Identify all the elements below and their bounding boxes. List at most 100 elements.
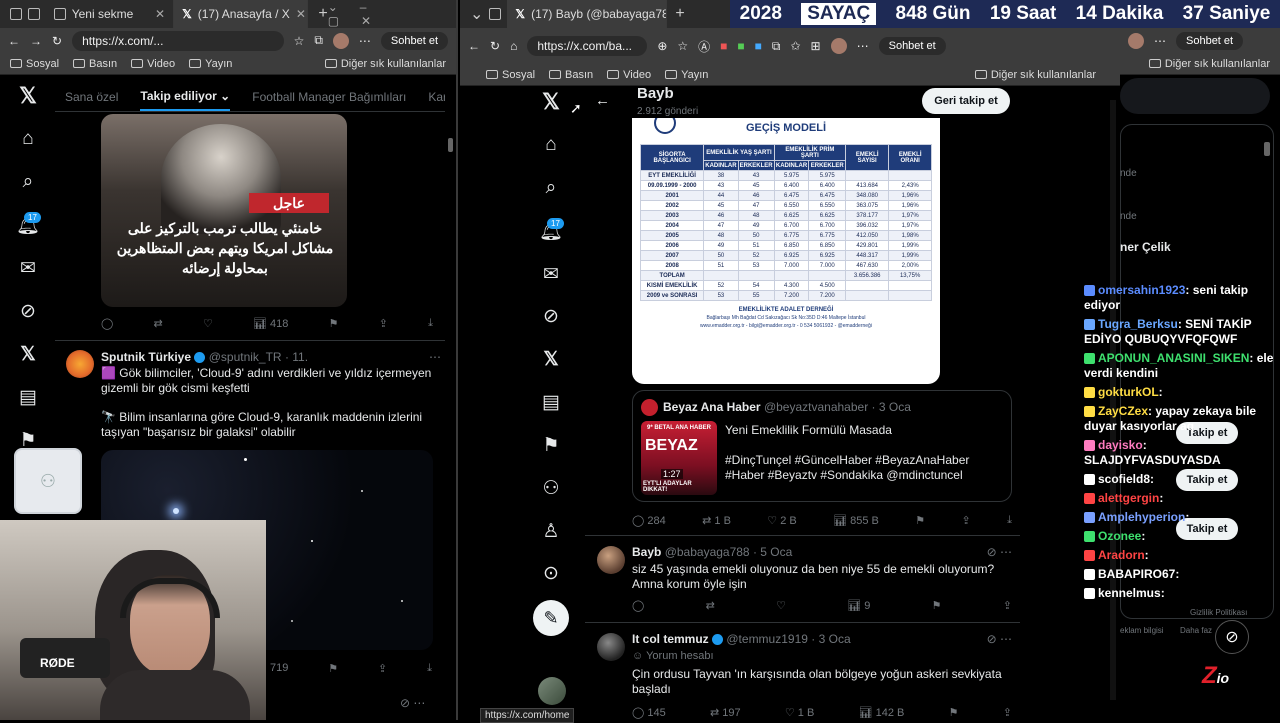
pension-table-image[interactable]: GEÇİŞ MODELİ SİGORTA BAŞLANGICI EMEKLİLİ… <box>632 118 940 384</box>
messages-icon[interactable]: ✉ <box>15 255 41 281</box>
download-icon[interactable]: ⤓ <box>428 317 433 330</box>
profile-avatar[interactable] <box>332 32 349 49</box>
chat-username[interactable]: kennelmus <box>1098 586 1161 600</box>
chat-username[interactable]: APONUN_ANASINI_SIKEN <box>1098 351 1249 365</box>
news-image[interactable]: عاجل خامنئي يطالب ترمب بالتركيز على مشاك… <box>101 114 347 307</box>
bookmark-video[interactable]: Video <box>607 69 651 81</box>
bookmark-other[interactable]: Diğer sık kullanılanlar <box>974 69 1096 81</box>
reading-icon[interactable]: Ⓐ <box>698 38 710 55</box>
search-icon[interactable]: ⌕ <box>15 169 41 195</box>
quoted-tweet[interactable]: Beyaz Ana Haber @beyaztvanahaber · 3 Oca… <box>632 390 1012 502</box>
profile-icon[interactable]: ♙ <box>538 518 564 544</box>
grok-icon[interactable]: ⊘ <box>15 298 41 324</box>
close-icon[interactable]: ✕ <box>296 7 306 21</box>
extension-red-icon[interactable]: ■ <box>720 39 727 53</box>
author-handle[interactable]: @sputnik_TR <box>209 350 282 364</box>
messages-icon[interactable]: ✉ <box>538 261 564 287</box>
follow-back-button[interactable]: Geri takip et <box>922 88 1010 114</box>
avatar[interactable] <box>66 350 94 378</box>
share-icon[interactable]: ⇪ <box>962 514 971 527</box>
profile-avatar[interactable] <box>830 38 847 54</box>
download-icon[interactable]: ⤓ <box>427 662 432 675</box>
video-thumbnail[interactable]: 9* BETAL ANA HABER BEYAZ 1:27 EYT'LI ADA… <box>641 421 717 495</box>
chevron-down-icon[interactable]: ⌄ <box>470 4 483 24</box>
address-bar[interactable]: https://x.com/... <box>72 30 284 51</box>
back-arrow-icon[interactable]: ← <box>595 92 610 109</box>
views-count[interactable]: 📊︎ 142 B <box>859 706 905 719</box>
chat-username[interactable]: ZayCZex <box>1098 404 1148 418</box>
privacy-link[interactable]: Gizlilik Politikası <box>1190 608 1247 617</box>
bookmark-other[interactable]: Diğer sık kullanılanlar <box>324 58 446 70</box>
avatar[interactable] <box>641 399 658 416</box>
chat-username[interactable]: dayisko <box>1098 438 1143 452</box>
refresh-icon[interactable]: ↻ <box>52 34 62 48</box>
scrollbar[interactable] <box>1264 142 1270 156</box>
more-icon[interactable]: ⋯ <box>1154 34 1166 48</box>
extensions-icon[interactable]: ⧉ <box>314 33 323 48</box>
bookmark-icon[interactable]: ⚑ <box>949 706 959 719</box>
bookmark-other[interactable]: Diğer sık kullanılanlar <box>1148 58 1270 70</box>
back-icon[interactable]: ← <box>8 34 20 48</box>
more-link[interactable]: Daha faz <box>1180 626 1212 635</box>
more-icon[interactable]: ⋯ <box>359 34 371 48</box>
communities-icon[interactable]: ⚇ <box>538 475 564 501</box>
copilot-button[interactable]: Sohbet et <box>1176 31 1244 50</box>
reply-icon[interactable]: ◯ <box>101 317 113 330</box>
more-icon[interactable]: ⋯ <box>857 39 869 53</box>
tab-for-you[interactable]: Sana özel <box>65 90 118 104</box>
like-icon[interactable]: ♡ <box>203 317 213 330</box>
lists-icon[interactable]: ▤ <box>15 384 41 410</box>
tab-actions-icon[interactable] <box>489 8 502 20</box>
chat-username[interactable]: gokturkOL <box>1098 385 1159 399</box>
premium-icon[interactable]: 𝕏 <box>538 346 564 372</box>
bookmarks-icon[interactable]: ⚑ <box>538 432 564 458</box>
more-icon[interactable]: ⊘ ⋯ <box>987 545 1012 559</box>
communities-icon[interactable]: ⚇ <box>14 448 82 514</box>
repost-count[interactable]: ⇄ 1 B <box>702 514 731 527</box>
star-icon[interactable]: ☆ <box>677 39 688 53</box>
author-name[interactable]: Bayb <box>632 545 661 559</box>
copilot-button[interactable]: Sohbet et <box>380 31 448 50</box>
reply-icon[interactable]: ◯ <box>632 599 644 612</box>
tab-x-home[interactable]: 𝕏 (17) Anasayfa / X ✕ <box>174 0 309 28</box>
chat-username[interactable]: alettgergin <box>1098 491 1159 505</box>
grok-float-icon[interactable]: ⊘ <box>1215 620 1249 654</box>
bookmark-yayin[interactable]: Yayın <box>665 69 708 81</box>
tab-bayb-profile[interactable]: 𝕏 (17) Bayb (@babayaga788) adlı kullanıc… <box>507 0 668 28</box>
chat-username[interactable]: Aradorn <box>1098 548 1145 562</box>
share-icon[interactable]: ⇪ <box>1003 706 1012 719</box>
views-count[interactable]: 719 <box>270 662 288 675</box>
avatar[interactable] <box>597 633 625 661</box>
author-name[interactable]: Beyaz Ana Haber <box>663 400 761 414</box>
more-icon[interactable]: ⊘ ⋯ <box>987 632 1012 646</box>
bookmark-icon[interactable]: ⚑ <box>932 599 942 612</box>
star-icon[interactable]: ☆ <box>294 34 305 48</box>
download-icon[interactable]: ⤓ <box>1007 514 1012 527</box>
bookmark-icon[interactable]: ⚑ <box>328 662 338 675</box>
reply-count[interactable]: ◯ 284 <box>632 514 666 527</box>
suggested-user-name[interactable]: ner Çelik <box>1120 240 1171 254</box>
more-options-icon[interactable]: ⊙ <box>538 560 564 586</box>
bookmark-icon[interactable]: ⚑ <box>329 317 339 330</box>
bookmark-video[interactable]: Video <box>131 58 175 70</box>
home-icon[interactable]: ⌂ <box>538 132 564 158</box>
repost-icon[interactable]: ⇄ <box>706 599 715 612</box>
grok-icon[interactable]: ⊘ ⋯ <box>400 696 425 710</box>
window-controls[interactable]: ⌄–▢✕ <box>328 0 456 28</box>
repost-icon[interactable]: ⇄ <box>154 317 163 330</box>
address-bar[interactable]: https://x.com/ba... <box>527 36 648 56</box>
refresh-icon[interactable]: ↻ <box>490 39 500 53</box>
home-icon[interactable]: ⌂ <box>510 39 517 53</box>
repost-count[interactable]: ⇄ 197 <box>710 706 741 719</box>
chat-username[interactable]: Ozonee <box>1098 529 1141 543</box>
zoom-icon[interactable]: ⊕ <box>657 39 667 53</box>
share-icon[interactable]: ⇪ <box>379 317 388 330</box>
search-icon[interactable]: ⌕ <box>538 175 564 201</box>
tab-new-tab[interactable]: Yeni sekme ✕ <box>46 0 175 28</box>
ad-info-link[interactable]: eklam bilgisi <box>1120 626 1164 635</box>
author-name[interactable]: Sputnik Türkiye <box>101 350 191 364</box>
reply-count[interactable]: ◯ 145 <box>632 706 666 719</box>
views-count[interactable]: 📊︎ 418 <box>253 317 288 330</box>
author-name[interactable]: It col temmuz <box>632 632 709 646</box>
share-icon[interactable]: ⇪ <box>378 662 387 675</box>
